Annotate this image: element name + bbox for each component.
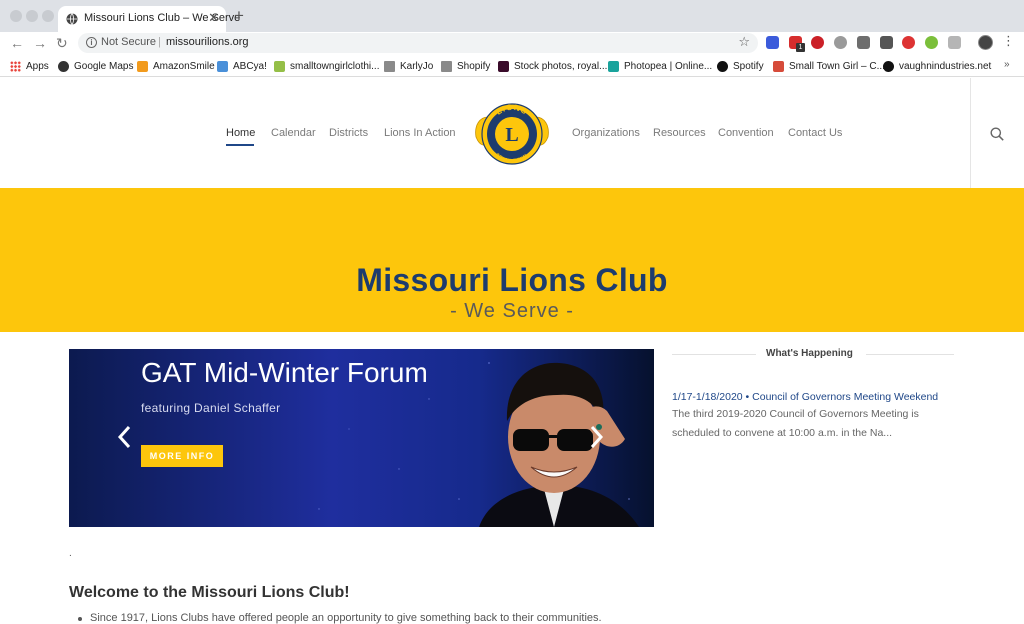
bookmark-item[interactable]: smalltowngirlclothi... [274,59,379,73]
spotify-icon [717,60,728,72]
slider-prev-arrow-icon[interactable] [114,417,136,457]
globe-icon [58,60,69,72]
store-icon [773,60,784,72]
security-status: Not Secure [101,36,157,48]
nav-resources[interactable]: Resources [653,127,706,139]
url-separator: | [158,36,161,48]
nav-calendar[interactable]: Calendar [271,127,316,139]
stray-text: . [69,548,72,559]
bookmark-item[interactable]: AmazonSmile [137,59,215,73]
hero-subtitle: - We Serve - [450,300,574,322]
forward-icon[interactable]: → [33,34,47,52]
nav-contact-us[interactable]: Contact Us [788,127,842,139]
new-tab-icon[interactable]: + [234,7,244,24]
browser-menu-icon[interactable]: ⋮ [1002,34,1015,48]
reload-icon[interactable]: ↻ [56,34,68,52]
browser-toolbar: ← → ↻ i Not Secure | missourilions.org ☆ [0,32,1024,54]
divider-line [672,354,756,355]
nav-active-underline [226,144,254,146]
event-excerpt: The third 2019-2020 Council of Governors… [672,408,919,439]
nav-organizations[interactable]: Organizations [572,127,640,139]
bookmark-item[interactable]: KarlyJo [384,59,433,73]
nav-convention[interactable]: Convention [718,127,774,139]
shopify-icon [274,60,285,72]
adobe-stock-icon [498,60,509,72]
list-item: Since 1917, Lions Clubs have offered peo… [78,612,602,624]
folder-icon [384,60,395,72]
pinterest-icon[interactable] [811,36,824,49]
bookmark-item[interactable]: Spotify [717,59,764,73]
whats-happening-heading: What's Happening [766,348,853,359]
globe-icon [66,13,78,25]
extension-icon[interactable] [948,36,961,49]
welcome-heading: Welcome to the Missouri Lions Club! [69,584,350,601]
extension-badge: 1 [796,43,805,52]
profile-avatar[interactable] [978,35,993,50]
bookmark-item[interactable]: Google Maps [58,59,133,73]
search-icon[interactable] [990,127,1004,141]
bullet-text: Since 1917, Lions Clubs have offered peo… [90,612,602,624]
bookmarks-overflow-icon[interactable]: » [1004,59,1010,70]
tab-close-icon[interactable]: ✕ [208,10,219,26]
folder-icon [441,60,452,72]
extension-icon[interactable] [766,36,779,49]
window-close-control[interactable] [10,10,22,22]
abcya-icon [217,60,228,72]
bookmark-item[interactable]: Stock photos, royal... [498,59,607,73]
photopea-icon [608,60,619,72]
slide-subtitle: featuring Daniel Schaffer [141,401,281,415]
window-zoom-control[interactable] [42,10,54,22]
browser-tab-active[interactable]: Missouri Lions Club – We Serve ✕ [58,6,240,32]
apps-grid-icon [10,60,21,72]
bookmark-item[interactable]: vaughnindustries.net [883,59,991,73]
bookmark-item[interactable]: Small Town Girl – C... [773,59,885,73]
bookmark-star-icon[interactable]: ☆ [738,34,750,50]
site-info-icon[interactable]: i [86,37,97,48]
drive-icon[interactable] [834,36,847,49]
bullet-icon [78,617,82,621]
event-slider[interactable]: GAT Mid-Winter Forum featuring Daniel Sc… [69,349,654,527]
header-divider [970,78,971,188]
svg-text:L: L [505,124,518,146]
nav-districts[interactable]: Districts [329,127,368,139]
vaughn-icon [883,60,894,72]
divider-line [866,354,954,355]
slider-next-arrow-icon[interactable] [585,417,607,457]
event-link[interactable]: 1/17-1/18/2020 • Council of Governors Me… [672,391,938,403]
bookmark-item[interactable]: Apps [10,59,49,73]
bookmarks-bar: Apps Google Maps AmazonSmile ABCya! smal… [0,56,1024,77]
window-minimize-control[interactable] [26,10,38,22]
gmail-icon[interactable] [880,36,893,49]
hero-title: Missouri Lions Club [356,262,668,298]
url-text[interactable]: missourilions.org [166,36,249,48]
bookmark-item[interactable]: Shopify [441,59,490,73]
lions-international-logo[interactable]: L LIONS INTERNATIONAL [472,97,552,171]
nav-home[interactable]: Home [226,127,255,139]
bookmark-item[interactable]: ABCya! [217,59,267,73]
nav-lions-in-action[interactable]: Lions In Action [384,127,456,139]
adblock-icon[interactable] [902,36,915,49]
browser-tab-strip: Missouri Lions Club – We Serve ✕ + [0,0,1024,32]
site-header: Home Calendar Districts Lions In Action … [0,78,1024,188]
more-info-button[interactable]: MORE INFO [141,445,223,467]
slide-title: GAT Mid-Winter Forum [141,357,428,388]
address-bar[interactable]: i Not Secure | missourilions.org ☆ [78,33,758,53]
back-icon[interactable]: ← [10,34,24,52]
amazon-icon [137,60,148,72]
bookmark-item[interactable]: Photopea | Online... [608,59,712,73]
speaker-photo [479,362,639,527]
dropbox-icon[interactable] [857,36,870,49]
extension-icon[interactable] [925,36,938,49]
